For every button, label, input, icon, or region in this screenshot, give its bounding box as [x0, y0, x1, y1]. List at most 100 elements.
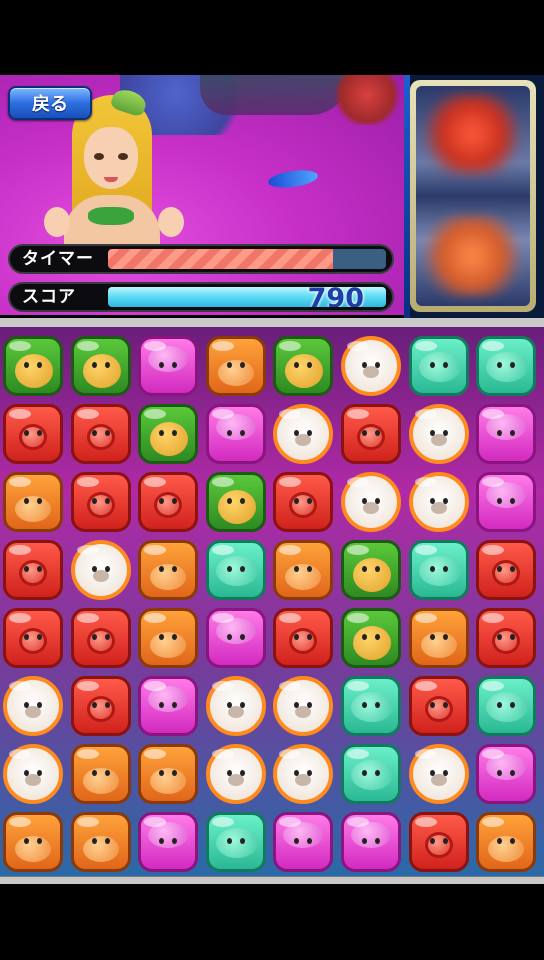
- tile-fish[interactable]: [206, 812, 266, 872]
- tile-seal[interactable]: [409, 744, 469, 804]
- tile-creature-crab-icon: [150, 768, 186, 794]
- tile-eye-right: [443, 566, 448, 572]
- tile-turtle[interactable]: [138, 404, 198, 464]
- tile-turtle[interactable]: [3, 336, 63, 396]
- tile-highlight: [9, 545, 31, 555]
- tile-creature-octopus-icon: [425, 832, 453, 858]
- tile-fish[interactable]: [476, 676, 536, 736]
- tile-seal[interactable]: [273, 676, 333, 736]
- tile-highlight: [144, 545, 166, 555]
- tile-seal[interactable]: [273, 744, 333, 804]
- tile-octopus[interactable]: [3, 404, 63, 464]
- character-eye-right: [118, 153, 128, 160]
- tile-seal[interactable]: [341, 336, 401, 396]
- tile-squid[interactable]: [206, 404, 266, 464]
- tile-creature-turtle-icon: [353, 626, 391, 660]
- tile-eye-left: [92, 770, 97, 776]
- tile-highlight: [212, 477, 234, 487]
- tile-highlight: [279, 545, 301, 555]
- tile-fish[interactable]: [409, 540, 469, 600]
- rock-decoration: [200, 75, 350, 115]
- tile-squid[interactable]: [273, 812, 333, 872]
- timer-gauge: タイマー: [8, 244, 394, 274]
- tile-crab[interactable]: [206, 336, 266, 396]
- tile-octopus[interactable]: [476, 608, 536, 668]
- tile-fish[interactable]: [476, 336, 536, 396]
- tile-eye-right: [443, 362, 448, 368]
- tile-crab[interactable]: [138, 608, 198, 668]
- tile-eye-left: [24, 770, 29, 776]
- tile-highlight: [482, 613, 504, 623]
- timer-fill-bar: [108, 249, 334, 269]
- tile-eye-right: [307, 702, 312, 708]
- tile-octopus[interactable]: [409, 812, 469, 872]
- tile-crab[interactable]: [138, 744, 198, 804]
- tile-octopus[interactable]: [71, 472, 131, 532]
- tile-eye-right: [172, 430, 177, 436]
- tile-highlight: [415, 409, 437, 419]
- tile-creature-octopus-icon: [289, 628, 317, 654]
- tile-seal[interactable]: [341, 472, 401, 532]
- tile-fish[interactable]: [206, 540, 266, 600]
- tile-octopus[interactable]: [71, 676, 131, 736]
- tile-octopus[interactable]: [3, 608, 63, 668]
- tile-squid[interactable]: [138, 336, 198, 396]
- tile-seal[interactable]: [3, 676, 63, 736]
- tile-octopus[interactable]: [476, 540, 536, 600]
- tile-octopus[interactable]: [273, 608, 333, 668]
- tile-eye-left: [497, 838, 502, 844]
- tile-octopus[interactable]: [138, 472, 198, 532]
- tile-highlight: [144, 817, 166, 827]
- back-button[interactable]: 戻る: [8, 86, 92, 120]
- tile-eye-left: [497, 634, 502, 640]
- tile-creature-octopus-icon: [19, 424, 47, 450]
- tile-octopus[interactable]: [71, 404, 131, 464]
- tile-squid[interactable]: [476, 404, 536, 464]
- tile-highlight: [9, 409, 31, 419]
- tile-squid[interactable]: [476, 744, 536, 804]
- tile-crab[interactable]: [3, 812, 63, 872]
- tile-squid[interactable]: [341, 812, 401, 872]
- tile-seal[interactable]: [409, 472, 469, 532]
- tile-highlight: [279, 613, 301, 623]
- tile-eye-right: [510, 566, 515, 572]
- tile-crab[interactable]: [409, 608, 469, 668]
- tile-seal[interactable]: [3, 744, 63, 804]
- tile-eye-left: [430, 362, 435, 368]
- tile-seal[interactable]: [71, 540, 131, 600]
- tile-highlight: [144, 613, 166, 623]
- tile-crab[interactable]: [138, 540, 198, 600]
- tile-fish[interactable]: [409, 336, 469, 396]
- tile-squid[interactable]: [138, 676, 198, 736]
- tile-highlight: [415, 681, 437, 691]
- tile-octopus[interactable]: [341, 404, 401, 464]
- tile-turtle[interactable]: [71, 336, 131, 396]
- tile-eye-left: [497, 498, 502, 504]
- tile-seal[interactable]: [206, 676, 266, 736]
- tile-crab[interactable]: [3, 472, 63, 532]
- tile-octopus[interactable]: [409, 676, 469, 736]
- tile-crab[interactable]: [71, 744, 131, 804]
- tile-turtle[interactable]: [273, 336, 333, 396]
- tile-crab[interactable]: [71, 812, 131, 872]
- tile-fish[interactable]: [341, 744, 401, 804]
- tile-crab[interactable]: [273, 540, 333, 600]
- tile-squid[interactable]: [206, 608, 266, 668]
- tile-fish[interactable]: [341, 676, 401, 736]
- tile-crab[interactable]: [476, 812, 536, 872]
- tile-seal[interactable]: [273, 404, 333, 464]
- tile-octopus[interactable]: [273, 472, 333, 532]
- tile-seal[interactable]: [206, 744, 266, 804]
- tile-octopus[interactable]: [71, 608, 131, 668]
- tile-turtle[interactable]: [341, 608, 401, 668]
- tile-squid[interactable]: [138, 812, 198, 872]
- tile-highlight: [279, 749, 301, 759]
- tile-octopus[interactable]: [3, 540, 63, 600]
- tile-squid[interactable]: [476, 472, 536, 532]
- tile-seal[interactable]: [409, 404, 469, 464]
- character-eye-left: [94, 153, 104, 160]
- tile-turtle[interactable]: [206, 472, 266, 532]
- tile-eye-left: [227, 838, 232, 844]
- tile-highlight: [415, 613, 437, 623]
- tile-turtle[interactable]: [341, 540, 401, 600]
